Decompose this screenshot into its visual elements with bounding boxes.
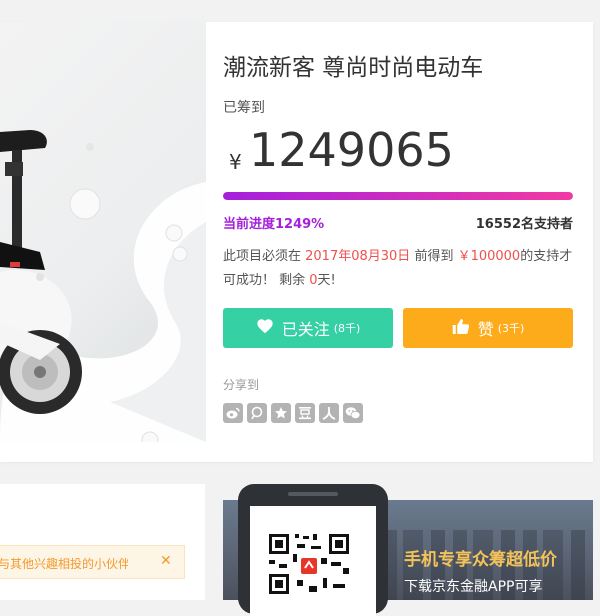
progress-bar-fill <box>223 192 573 200</box>
douban-icon[interactable] <box>295 403 315 423</box>
like-button[interactable]: 赞 (3千) <box>403 308 573 348</box>
wechat-icon[interactable] <box>343 403 363 423</box>
project-title: 潮流新客 尊尚时尚电动车 <box>223 55 484 81</box>
follow-button[interactable]: 已关注 (8千) <box>223 308 393 348</box>
notice-text: 与其他兴趣相投的小伙伴 <box>0 557 128 571</box>
close-icon[interactable]: ✕ <box>160 553 172 569</box>
follow-count: (8千) <box>333 322 361 335</box>
raised-amount: 1249065 <box>249 123 454 177</box>
deadline-note: 此项目必须在 2017年08月30日 前得到 ￥100000的支持才可成功！ 剩… <box>223 245 578 293</box>
heart-icon <box>256 318 274 338</box>
note-text: 前得到 <box>410 249 458 264</box>
qr-code[interactable] <box>259 528 357 600</box>
progress-bar <box>223 192 573 200</box>
deadline-date: 2017年08月30日 <box>305 249 411 264</box>
thumbs-up-icon <box>452 318 470 339</box>
notice-bar: 与其他兴趣相投的小伙伴 ✕ <box>0 545 185 579</box>
raised-label: 已筹到 <box>223 100 265 116</box>
progress-percent: 当前进度1249% <box>223 217 325 232</box>
banner-subtitle: 下载京东金融APP可享 <box>404 579 543 595</box>
note-text: 此项目必须在 <box>223 249 306 264</box>
note-text: 天! <box>317 273 336 288</box>
renren-icon[interactable] <box>319 403 339 423</box>
product-image <box>0 22 206 442</box>
share-icons <box>223 403 363 423</box>
qzone-icon[interactable] <box>247 403 267 423</box>
discussion-card <box>0 484 205 600</box>
days-remaining: 0 <box>309 273 318 288</box>
favorite-star-icon[interactable] <box>271 403 291 423</box>
share-label: 分享到 <box>223 378 260 392</box>
like-count: (3千) <box>497 322 525 335</box>
supporters-count: 16552名支持者 <box>475 217 573 232</box>
weibo-icon[interactable] <box>223 403 243 423</box>
like-label: 赞 <box>477 320 494 339</box>
follow-label: 已关注 <box>281 320 330 339</box>
banner-title: 手机专享众筹超低价 <box>404 550 557 570</box>
currency-symbol: ¥ <box>229 150 242 174</box>
target-amount: ￥100000 <box>457 249 521 264</box>
phone-speaker <box>288 492 338 496</box>
